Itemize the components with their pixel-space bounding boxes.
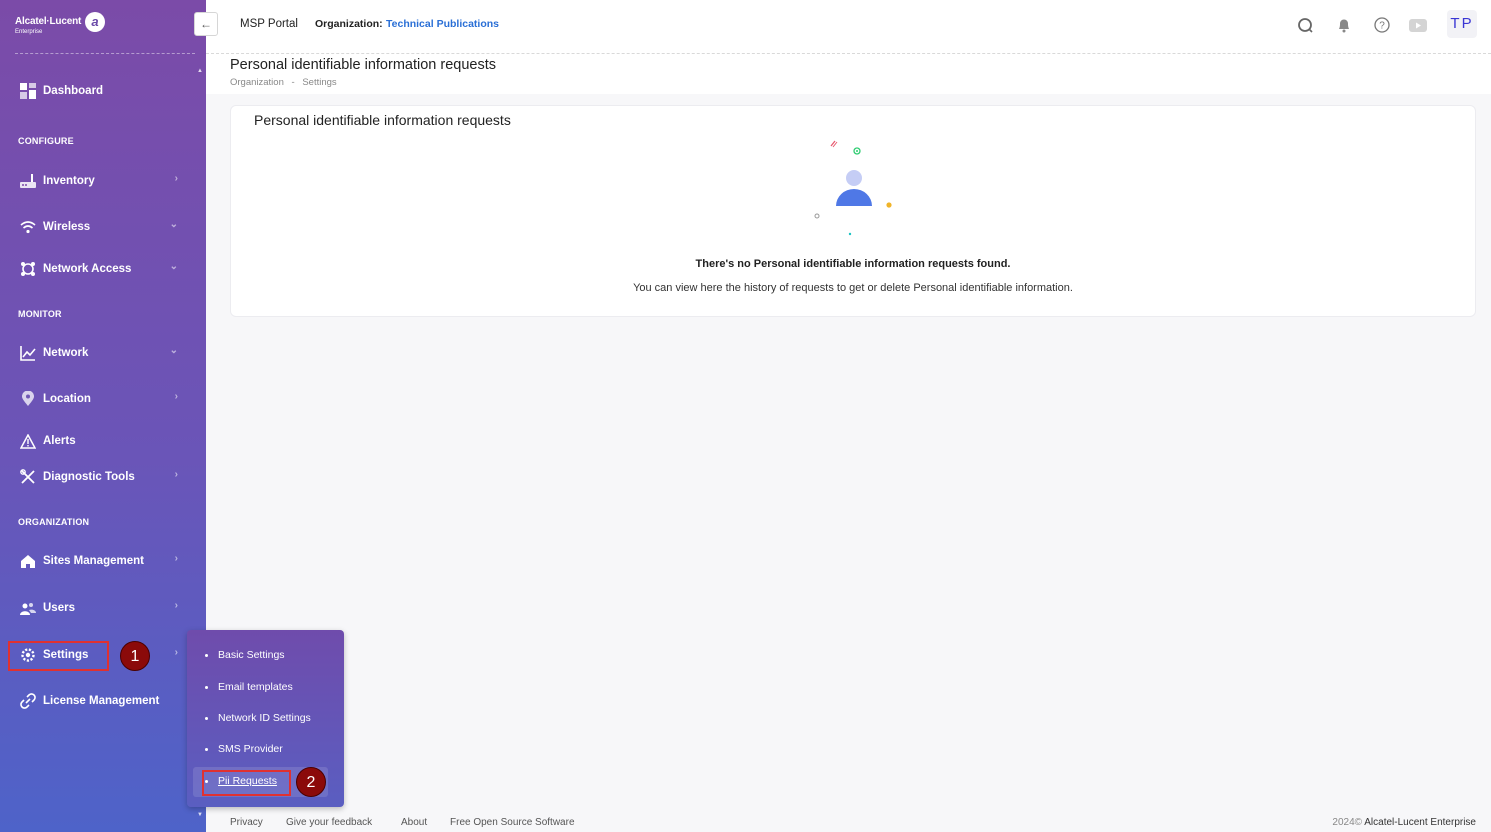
breadcrumb-item-settings[interactable]: Settings: [302, 77, 336, 88]
footer-link-open-source[interactable]: Free Open Source Software: [450, 817, 575, 828]
sidebar-label-network-access: Network Access: [43, 263, 132, 275]
bullet-icon: [205, 716, 208, 720]
chevron-right-icon: ›: [174, 173, 178, 184]
organization-selector[interactable]: Technical Publications: [386, 18, 499, 30]
breadcrumb: Organization - Settings: [230, 77, 342, 88]
sidebar-item-network-access[interactable]: Network Access ⌄: [18, 258, 183, 280]
footer-link-about[interactable]: About: [401, 817, 427, 828]
breadcrumb-item-organization[interactable]: Organization: [230, 77, 284, 88]
top-bar: MSP Portal Organization: Technical Publi…: [206, 0, 1491, 54]
sidebar-label-network: Network: [43, 347, 89, 359]
highlight-box-settings: [8, 641, 109, 671]
sidebar-label-location: Location: [43, 393, 91, 405]
bullet-icon: [205, 685, 208, 689]
sidebar-label-sites-management: Sites Management: [43, 555, 144, 567]
tools-icon: [18, 468, 38, 486]
section-configure: CONFIGURE: [18, 136, 74, 146]
portal-link[interactable]: MSP Portal: [240, 18, 298, 30]
page-header: Personal identifiable information reques…: [206, 54, 1491, 94]
sidebar-label-license-management: License Management: [43, 695, 160, 707]
users-icon: [18, 599, 38, 617]
sidebar-label-inventory: Inventory: [43, 175, 95, 187]
section-monitor: MONITOR: [18, 309, 62, 319]
user-avatar[interactable]: TP: [1447, 10, 1477, 38]
sidebar-item-alerts[interactable]: Alerts: [18, 430, 183, 452]
submenu-item-email-templates[interactable]: Email templates: [205, 681, 293, 693]
scroll-down-icon[interactable]: ▼: [197, 812, 203, 818]
submenu-item-network-id-settings[interactable]: Network ID Settings: [205, 712, 311, 724]
empty-state-title: There's no Personal identifiable informa…: [695, 258, 1011, 270]
chevron-right-icon: ›: [174, 600, 178, 611]
empty-state-description: You can view here the history of request…: [633, 282, 1073, 294]
home-icon: [18, 552, 38, 570]
pii-requests-card: Personal identifiable information reques…: [230, 105, 1476, 317]
sidebar-item-users[interactable]: Users ›: [18, 597, 183, 619]
step-badge-1: 1: [120, 641, 150, 671]
link-icon: [18, 692, 38, 710]
settings-submenu: Basic Settings Email templates Network I…: [187, 630, 344, 807]
submenu-item-sms-provider[interactable]: SMS Provider: [205, 743, 283, 755]
location-pin-icon: [18, 390, 38, 408]
wifi-icon: [18, 218, 38, 236]
sidebar-label-dashboard: Dashboard: [43, 85, 104, 97]
collapse-sidebar-button[interactable]: ←: [194, 12, 218, 36]
brand-logo[interactable]: Alcatel·Lucent Enterprise a: [15, 12, 195, 54]
bullet-icon: [205, 653, 208, 657]
sidebar-item-diagnostic-tools[interactable]: Diagnostic Tools ›: [18, 466, 183, 488]
footer-link-feedback[interactable]: Give your feedback: [286, 817, 372, 828]
submenu-label: Email templates: [218, 681, 293, 693]
copyright: 2024© Alcatel-Lucent Enterprise: [1332, 817, 1476, 828]
brand-name: Alcatel·Lucent: [15, 16, 82, 27]
sidebar-item-location[interactable]: Location ›: [18, 388, 183, 410]
chevron-down-icon: ⌄: [169, 345, 178, 356]
help-icon[interactable]: ?: [1373, 16, 1391, 34]
scroll-up-icon[interactable]: ▲: [197, 68, 203, 74]
chevron-down-icon: ⌄: [169, 261, 178, 272]
sidebar-label-alerts: Alerts: [43, 435, 76, 447]
sidebar-item-dashboard[interactable]: Dashboard: [18, 80, 183, 102]
footer-link-privacy[interactable]: Privacy: [230, 817, 263, 828]
brand-mark-icon: a: [85, 12, 105, 32]
submenu-label: Basic Settings: [218, 649, 285, 661]
empty-state-illustration: [814, 140, 892, 236]
bell-icon[interactable]: [1335, 16, 1353, 34]
chevron-right-icon: ›: [174, 647, 178, 658]
chevron-down-icon: ⌄: [169, 219, 178, 230]
sidebar-item-sites-management[interactable]: Sites Management ›: [18, 550, 183, 572]
sidebar-item-network[interactable]: Network ⌄: [18, 342, 183, 364]
sidebar-label-diagnostic-tools: Diagnostic Tools: [43, 471, 135, 483]
highlight-box-pii-requests: [202, 770, 291, 796]
copyright-year: 2024©: [1332, 817, 1363, 828]
submenu-label: SMS Provider: [218, 743, 283, 755]
alert-triangle-icon: [18, 432, 38, 450]
sidebar-item-inventory[interactable]: Inventory ›: [18, 170, 183, 192]
sidebar-label-users: Users: [43, 602, 75, 614]
search-icon[interactable]: [1296, 16, 1314, 34]
sidebar: Alcatel·Lucent Enterprise a ▲ Dashboard …: [0, 0, 206, 832]
chevron-right-icon: ›: [174, 391, 178, 402]
sidebar-item-wireless[interactable]: Wireless ⌄: [18, 216, 183, 238]
sidebar-item-license-management[interactable]: License Management: [18, 690, 183, 712]
bullet-icon: [205, 747, 208, 751]
step-badge-2: 2: [296, 767, 326, 797]
chevron-right-icon: ›: [174, 469, 178, 480]
network-access-icon: [18, 260, 38, 278]
page-title: Personal identifiable information reques…: [230, 57, 496, 73]
submenu-label: Network ID Settings: [218, 712, 311, 724]
sidebar-label-wireless: Wireless: [43, 221, 91, 233]
video-play-icon[interactable]: [1409, 16, 1427, 34]
svg-text:?: ?: [1379, 21, 1385, 32]
copyright-company: Alcatel-Lucent Enterprise: [1364, 817, 1476, 828]
chevron-right-icon: ›: [174, 553, 178, 564]
submenu-item-basic-settings[interactable]: Basic Settings: [205, 649, 285, 661]
inventory-icon: [18, 172, 38, 190]
card-title: Personal identifiable information reques…: [254, 112, 511, 128]
brand-sub: Enterprise: [15, 29, 43, 35]
section-organization: ORGANIZATION: [18, 517, 90, 527]
dashboard-icon: [18, 82, 38, 100]
organization-label: Organization:: [315, 18, 383, 30]
breadcrumb-separator: -: [291, 77, 295, 88]
chart-icon: [18, 344, 38, 362]
